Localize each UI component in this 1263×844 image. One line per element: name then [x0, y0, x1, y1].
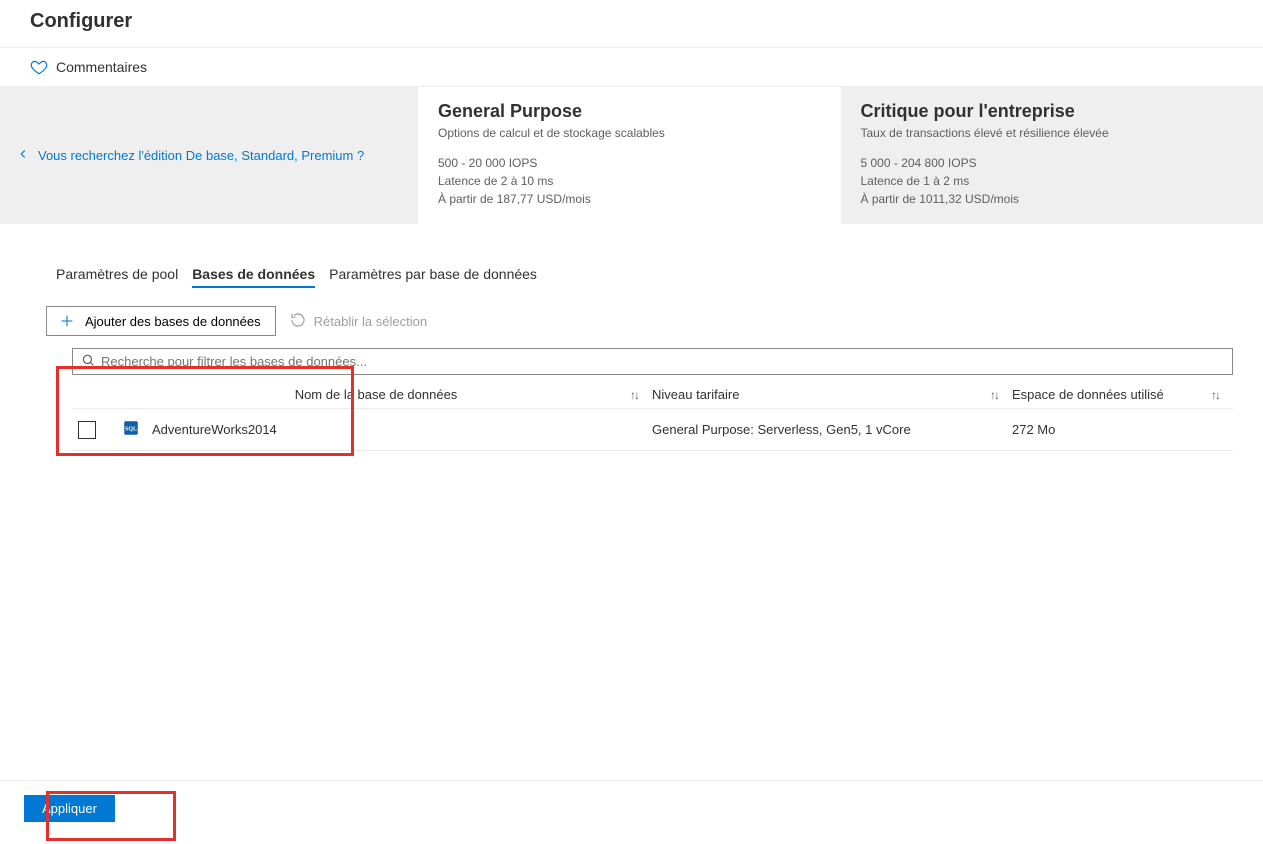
pricing-tier-value: General Purpose: Serverless, Gen5, 1 vCo… [652, 422, 1012, 437]
col-pricing-tier[interactable]: Niveau tarifaire ↑↓ [652, 387, 1012, 402]
tab-databases[interactable]: Bases de données [192, 266, 315, 288]
col-label: Espace de données utilisé [1012, 387, 1164, 402]
tab-pool-settings[interactable]: Paramètres de pool [56, 266, 178, 288]
sort-icon: ↑↓ [630, 388, 638, 402]
pricing-tiers: Vous recherchez l'édition De base, Stand… [0, 87, 1263, 224]
database-name: AdventureWorks2014 [152, 422, 277, 437]
footer: Appliquer [0, 780, 1263, 844]
search-icon [81, 353, 95, 370]
reset-selection-button[interactable]: Rétablir la sélection [290, 312, 427, 331]
heart-icon [30, 58, 48, 76]
search-input[interactable] [101, 354, 1224, 369]
search-box[interactable] [72, 348, 1233, 375]
tier-title: Critique pour l'entreprise [861, 101, 1244, 122]
chevron-left-icon [16, 147, 30, 164]
tier-latency: Latence de 1 à 2 ms [861, 172, 1244, 190]
tier-price: À partir de 187,77 USD/mois [438, 190, 821, 208]
col-database-name[interactable]: Nom de la base de données ↑↓ [122, 387, 652, 402]
tier-price: À partir de 1011,32 USD/mois [861, 190, 1244, 208]
col-label: Nom de la base de données [122, 387, 630, 402]
tier-latency: Latence de 2 à 10 ms [438, 172, 821, 190]
other-editions-link[interactable]: Vous recherchez l'édition De base, Stand… [38, 148, 364, 163]
tier-general-purpose[interactable]: General Purpose Options de calcul et de … [418, 87, 841, 224]
tier-subtitle: Taux de transactions élevé et résilience… [861, 126, 1244, 140]
tab-per-db-settings[interactable]: Paramètres par base de données [329, 266, 537, 288]
svg-text:SQL: SQL [125, 426, 137, 432]
col-label: Niveau tarifaire [652, 387, 739, 402]
sort-icon: ↑↓ [1211, 388, 1219, 402]
undo-icon [290, 312, 306, 331]
sql-database-icon: SQL [122, 419, 140, 440]
tier-subtitle: Options de calcul et de stockage scalabl… [438, 126, 821, 140]
space-used-value: 272 Mo [1012, 422, 1233, 437]
tier-iops: 500 - 20 000 IOPS [438, 154, 821, 172]
col-space-used[interactable]: Espace de données utilisé ↑↓ [1012, 387, 1233, 402]
tier-iops: 5 000 - 204 800 IOPS [861, 154, 1244, 172]
row-checkbox[interactable] [78, 421, 96, 439]
reset-selection-label: Rétablir la sélection [314, 314, 427, 329]
page-title: Configurer [0, 0, 1263, 48]
tier-business-critical[interactable]: Critique pour l'entreprise Taux de trans… [841, 87, 1263, 224]
tabs: Paramètres de pool Bases de données Para… [56, 266, 1233, 288]
sort-icon: ↑↓ [990, 388, 998, 402]
tier-title: General Purpose [438, 101, 821, 122]
feedback-link[interactable]: Commentaires [56, 59, 147, 75]
add-databases-label: Ajouter des bases de données [85, 314, 261, 329]
apply-button[interactable]: Appliquer [24, 795, 115, 822]
commands-bar: Commentaires [0, 48, 1263, 87]
table-row[interactable]: SQL AdventureWorks2014 General Purpose: … [72, 409, 1233, 451]
plus-icon [59, 313, 75, 329]
add-databases-button[interactable]: Ajouter des bases de données [46, 306, 276, 336]
